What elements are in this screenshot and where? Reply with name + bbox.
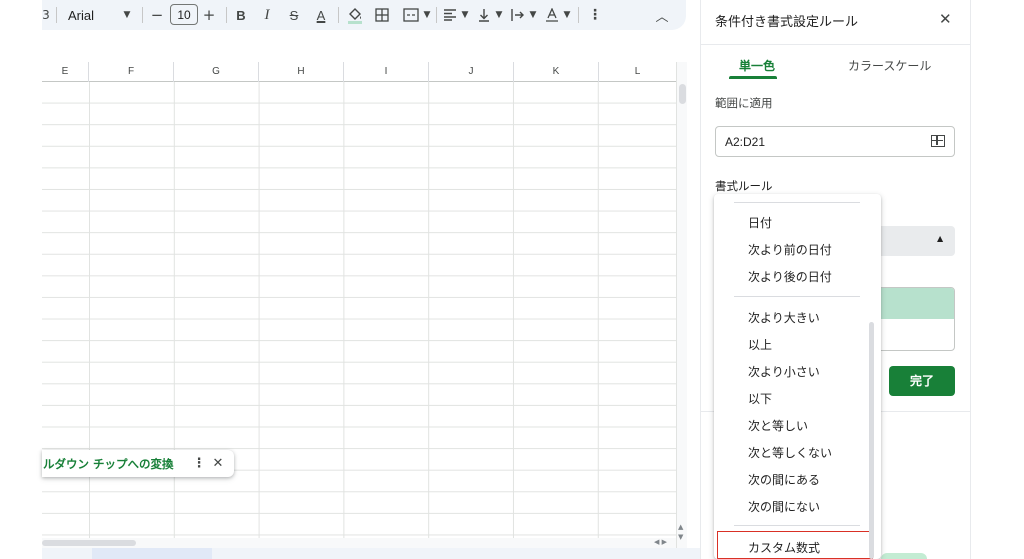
tab-single-color[interactable]: 単一色 xyxy=(739,57,775,74)
text-wrap-icon[interactable] xyxy=(510,3,526,27)
tab-color-scale[interactable]: カラースケール xyxy=(848,57,931,74)
menu-separator xyxy=(734,202,860,203)
side-strip-divider xyxy=(970,0,971,559)
panel-title: 条件付き書式設定ルール xyxy=(715,15,859,30)
text-wrap-caret-icon[interactable]: ▼ xyxy=(528,3,538,27)
vertical-scrollbar-thumb[interactable] xyxy=(679,84,686,104)
column-header-l[interactable]: L xyxy=(599,62,676,82)
text-color-button[interactable]: A xyxy=(312,3,330,27)
decrease-font-size-button[interactable]: − xyxy=(150,3,164,27)
vertical-scroll-arrows-icon[interactable]: ▲ ▼ xyxy=(678,522,683,542)
menu-item-less-or-equal[interactable]: 以下 xyxy=(748,390,772,407)
column-header-j[interactable]: J xyxy=(429,62,514,82)
column-header-f[interactable]: F xyxy=(89,62,174,82)
font-family-caret-icon[interactable]: ▼ xyxy=(122,3,132,27)
fill-color-icon[interactable] xyxy=(346,3,364,27)
increase-font-size-button[interactable]: + xyxy=(202,3,216,27)
vertical-align-caret-icon[interactable]: ▼ xyxy=(494,3,504,27)
toolbar-divider xyxy=(578,7,579,23)
active-tab-indicator xyxy=(729,76,777,79)
font-family-select[interactable]: Arial xyxy=(68,3,130,27)
toolbar-partial-item[interactable]: 3 xyxy=(42,3,50,27)
toolbar-divider xyxy=(338,7,339,23)
panel-divider xyxy=(701,44,971,45)
toolbar: 3 Arial ▼ − 10 + B I S A ▼ ▼ ▼ ▼ ▼ ⋮ ︿ xyxy=(42,0,686,30)
font-size-input[interactable]: 10 xyxy=(170,4,198,25)
column-header-e[interactable]: E xyxy=(42,62,89,82)
condition-dropdown-menu: 日付 次より前の日付 次より後の日付 次より大きい 以上 次より小さい 以下 次… xyxy=(714,194,881,559)
toolbar-divider xyxy=(226,7,227,23)
merge-cells-icon[interactable] xyxy=(402,3,420,27)
convert-to-dropdown-chip-link[interactable]: ルダウン チップへの変換 xyxy=(42,456,190,472)
panel-close-icon[interactable]: ✕ xyxy=(939,10,952,28)
column-headers: E F G H I J K L xyxy=(42,62,676,82)
text-rotation-icon[interactable] xyxy=(544,3,560,27)
vertical-align-icon[interactable] xyxy=(476,3,492,27)
menu-item-between[interactable]: 次の間にある xyxy=(748,471,820,488)
collapse-toolbar-icon[interactable]: ︿ xyxy=(654,3,670,27)
horizontal-scrollbar-thumb[interactable] xyxy=(42,540,136,546)
toolbar-divider xyxy=(142,7,143,23)
strikethrough-button[interactable]: S xyxy=(286,3,302,27)
vertical-scrollbar[interactable] xyxy=(676,62,687,548)
menu-scrollbar[interactable] xyxy=(869,322,874,559)
menu-item-date-is[interactable]: 日付 xyxy=(748,214,772,231)
select-range-icon[interactable] xyxy=(931,135,945,147)
more-options-button[interactable]: ⋮ xyxy=(588,3,602,27)
format-rule-label: 書式ルール xyxy=(715,179,773,193)
text-rotation-caret-icon[interactable]: ▼ xyxy=(562,3,572,27)
menu-separator xyxy=(734,525,860,526)
horizontal-scroll-arrows-icon[interactable]: ◀ ▶ xyxy=(654,538,667,546)
add-rule-button-peek[interactable] xyxy=(881,553,927,559)
range-input[interactable]: A2:D21 xyxy=(715,126,955,157)
column-header-k[interactable]: K xyxy=(514,62,599,82)
merge-caret-icon[interactable]: ▼ xyxy=(422,3,432,27)
column-header-i[interactable]: I xyxy=(344,62,429,82)
menu-item-date-after[interactable]: 次より後の日付 xyxy=(748,268,832,285)
align-caret-icon[interactable]: ▼ xyxy=(460,3,470,27)
font-family-value: Arial xyxy=(68,7,95,23)
menu-item-greater-or-equal[interactable]: 以上 xyxy=(748,336,772,353)
column-header-g[interactable]: G xyxy=(174,62,259,82)
column-header-h[interactable]: H xyxy=(259,62,344,82)
range-label: 範囲に適用 xyxy=(715,96,773,110)
done-button[interactable]: 完了 xyxy=(889,366,955,396)
toolbar-divider xyxy=(436,7,437,23)
close-icon[interactable]: ✕ xyxy=(208,456,228,471)
bold-button[interactable]: B xyxy=(234,3,248,27)
menu-item-date-before[interactable]: 次より前の日付 xyxy=(748,241,832,258)
more-options-icon[interactable]: ⋮ xyxy=(190,456,208,471)
dropdown-chip-popup: ルダウン チップへの変換 ⋮ ✕ xyxy=(42,450,234,477)
menu-item-equal-to[interactable]: 次と等しい xyxy=(748,417,808,434)
active-sheet-tab[interactable] xyxy=(92,548,212,559)
condition-caret-icon[interactable]: ▲ xyxy=(937,234,943,243)
menu-item-not-between[interactable]: 次の間にない xyxy=(748,498,820,515)
custom-formula-highlight xyxy=(717,531,873,559)
horizontal-scrollbar[interactable] xyxy=(42,538,676,548)
italic-button[interactable]: I xyxy=(260,3,274,27)
menu-item-not-equal-to[interactable]: 次と等しくない xyxy=(748,444,832,461)
align-icon[interactable] xyxy=(442,3,458,27)
menu-item-greater-than[interactable]: 次より大きい xyxy=(748,309,820,326)
toolbar-divider xyxy=(56,7,57,23)
borders-icon[interactable] xyxy=(374,3,390,27)
menu-item-less-than[interactable]: 次より小さい xyxy=(748,363,820,380)
menu-separator xyxy=(734,296,860,297)
